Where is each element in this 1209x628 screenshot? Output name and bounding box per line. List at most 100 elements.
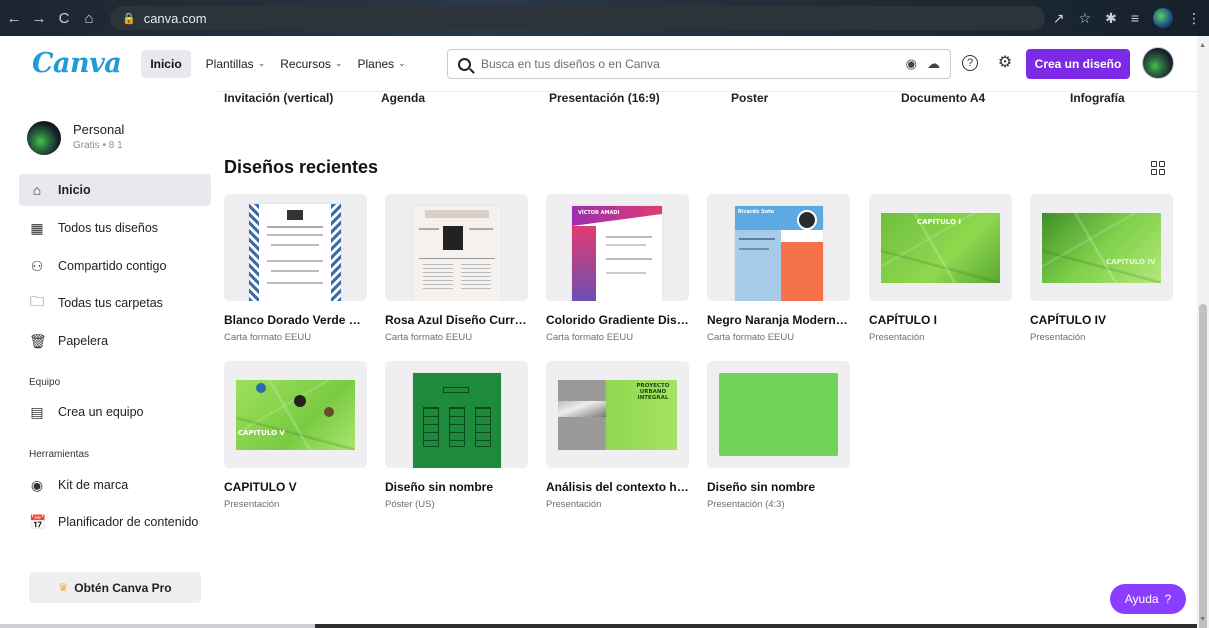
nav-recursos[interactable]: Recursos ⌄ <box>280 57 342 71</box>
canva-logo[interactable]: Canva <box>32 48 122 79</box>
nav-inicio[interactable]: Inicio <box>141 49 191 78</box>
design-thumbnail: Ricardo Soto <box>707 194 850 301</box>
design-thumbnail: CAPITULO V <box>224 361 367 468</box>
design-thumbnail: CAPÍTULO I <box>869 194 1012 301</box>
help-icon[interactable]: ? <box>962 55 978 71</box>
design-type: Carta formato EEUU <box>707 332 795 343</box>
create-design-button[interactable]: Crea un diseño <box>1026 49 1130 79</box>
design-type: Presentación <box>1030 332 1086 343</box>
section-label-herramientas: Herramientas <box>29 449 90 460</box>
brand-kit-icon: ◉ <box>30 476 44 493</box>
address-bar[interactable]: 🔒 canva.com <box>110 6 1045 30</box>
design-title: CAPÍTULO I <box>869 313 937 327</box>
template-poster[interactable]: Poster <box>731 91 768 105</box>
profile-name: Personal <box>73 121 125 137</box>
bookmark-star-icon[interactable]: ☆ <box>1079 10 1092 27</box>
sidebar-item-papelera[interactable]: 🗑 Papelera <box>19 325 211 357</box>
design-card[interactable]: Rosa Azul Diseño Currícu... Carta format… <box>385 194 528 343</box>
browser-profile-avatar[interactable] <box>1153 8 1173 28</box>
thumb-slide-text: CAPÍTULO IV <box>1106 258 1156 266</box>
design-card[interactable]: Diseño sin nombre Póster (US) <box>385 361 528 510</box>
design-title: Negro Naranja Moderno ... <box>707 313 850 327</box>
team-icon: ▤ <box>30 403 44 420</box>
chevron-down-icon: ⌄ <box>398 58 406 68</box>
design-card[interactable]: CAPÍTULO IV CAPÍTULO IV Presentación <box>1030 194 1173 343</box>
sidebar-item-compartido[interactable]: ⚇ Compartido contigo <box>19 250 211 282</box>
grid-view-icon[interactable] <box>1151 161 1165 175</box>
bottom-divider-dark <box>315 624 1197 628</box>
sidebar-item-kit-de-marca[interactable]: ◉ Kit de marca <box>19 469 211 501</box>
scroll-down-icon[interactable]: ▼ <box>1199 616 1206 623</box>
design-card[interactable]: PROYECTO URBANO INTEGRAL Análisis del co… <box>546 361 689 510</box>
sidebar-item-crea-equipo[interactable]: ▤ Crea un equipo <box>19 396 211 428</box>
sidebar-item-label: Compartido contigo <box>58 259 167 273</box>
template-presentacion[interactable]: Presentación (16:9) <box>549 91 660 105</box>
get-canva-pro-button[interactable]: ♛ Obtén Canva Pro <box>29 572 201 603</box>
design-thumbnail <box>385 361 528 468</box>
nav-plantillas-label: Plantillas <box>205 56 254 71</box>
home-browser-icon[interactable]: ⌂ <box>78 10 100 27</box>
design-type: Presentación <box>224 499 280 510</box>
search-bar[interactable]: ◉ ☁ <box>447 49 951 79</box>
browser-menu-icon[interactable]: ⋮ <box>1187 10 1201 27</box>
nav-planes[interactable]: Planes ⌄ <box>357 57 405 71</box>
sidebar-item-planificador[interactable]: 📅 Planificador de contenido <box>19 506 211 538</box>
back-icon[interactable]: ← <box>3 10 25 27</box>
gear-icon[interactable]: ⚙ <box>995 53 1015 73</box>
profile-text: Personal Gratis • 8 1 <box>73 122 124 151</box>
grid-icon: ▦ <box>30 219 44 236</box>
sidebar-item-carpetas[interactable]: 🗀 Todas tus carpetas <box>19 287 211 319</box>
page-scrollbar[interactable]: ▲ ▼ <box>1197 36 1209 628</box>
share-icon[interactable]: ↗ <box>1053 10 1065 27</box>
shared-icon: ⚇ <box>30 257 44 274</box>
help-button[interactable]: Ayuda ? <box>1110 584 1186 614</box>
browser-actions: ↗ ☆ ✱ ≡ ⋮ <box>1053 8 1201 28</box>
scroll-up-icon[interactable]: ▲ <box>1199 42 1206 49</box>
thumb-slide-text: CAPÍTULO I <box>917 218 961 226</box>
profile-switcher[interactable]: Personal Gratis • 8 1 <box>27 121 124 155</box>
nav-planes-label: Planes <box>357 56 395 71</box>
sidebar-item-todos-tus-disenos[interactable]: ▦ Todos tus diseños <box>19 212 211 244</box>
design-title: Diseño sin nombre <box>385 480 494 494</box>
design-title: Blanco Dorado Verde Ge... <box>224 313 367 327</box>
design-thumbnail <box>385 194 528 301</box>
thumb-slide-text: CAPITULO V <box>238 429 285 437</box>
scrollbar-thumb[interactable] <box>1199 304 1207 628</box>
design-thumbnail: PROYECTO URBANO INTEGRAL <box>546 361 689 468</box>
nav-plantillas[interactable]: Plantillas ⌄ <box>206 57 266 71</box>
design-card[interactable]: VÍCTOR AMADI Colorido Gradiente Diseñ...… <box>546 194 689 343</box>
forward-icon[interactable]: → <box>28 10 50 27</box>
sidebar-item-label: Papelera <box>58 334 109 348</box>
sidebar-item-inicio[interactable]: ⌂ Inicio <box>19 174 211 206</box>
template-invitacion[interactable]: Invitación (vertical) <box>224 91 333 105</box>
sidebar-item-label: Todas tus carpetas <box>58 296 163 310</box>
reading-list-icon[interactable]: ≡ <box>1131 10 1139 26</box>
design-card[interactable]: CAPÍTULO I CAPÍTULO I Presentación <box>869 194 1012 343</box>
camera-search-icon[interactable]: ◉ <box>906 56 917 72</box>
thumb-name-text: Ricardo Soto <box>738 209 774 215</box>
design-card[interactable]: Blanco Dorado Verde Ge... Carta formato … <box>224 194 367 343</box>
nav-recursos-label: Recursos <box>280 56 331 71</box>
template-documento-a4[interactable]: Documento A4 <box>901 91 985 105</box>
trash-icon: 🗑 <box>29 332 47 349</box>
reload-icon[interactable]: C <box>53 10 75 27</box>
top-header: Canva Inicio Plantillas ⌄ Recursos ⌄ Plane… <box>0 36 1197 91</box>
design-title: CAPÍTULO IV <box>1030 313 1107 327</box>
upload-cloud-icon[interactable]: ☁ <box>927 56 940 72</box>
chevron-down-icon: ⌄ <box>334 58 343 68</box>
design-thumbnail <box>224 194 367 301</box>
search-input[interactable] <box>481 57 841 71</box>
user-avatar[interactable] <box>1142 47 1174 79</box>
design-card[interactable]: CAPITULO V CAPITULO V Presentación <box>224 361 367 510</box>
sidebar-item-label: Crea un equipo <box>58 405 144 419</box>
crown-icon: ♛ <box>58 582 69 594</box>
template-agenda[interactable]: Agenda <box>381 91 425 105</box>
help-button-label: Ayuda <box>1124 592 1159 606</box>
extensions-icon[interactable]: ✱ <box>1105 10 1117 27</box>
template-infografia[interactable]: Infografía <box>1070 91 1125 105</box>
thumb-name-text: VÍCTOR AMADI <box>578 210 620 216</box>
avatar <box>27 121 61 155</box>
design-card[interactable]: Diseño sin nombre Presentación (4:3) <box>707 361 850 510</box>
design-card[interactable]: Ricardo Soto Negro Naranja Moderno ... C… <box>707 194 850 343</box>
pro-button-label: Obtén Canva Pro <box>74 580 172 595</box>
